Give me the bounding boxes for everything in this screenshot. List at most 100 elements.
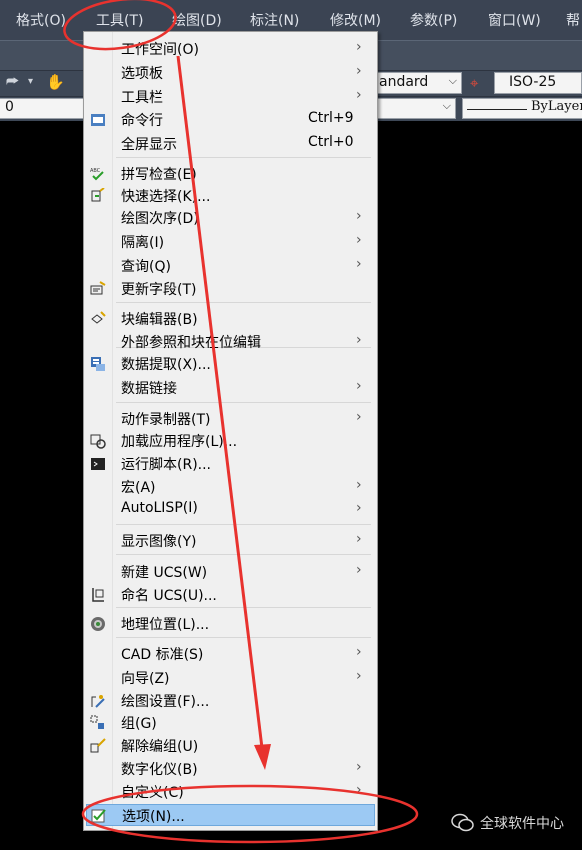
menu-dimension[interactable]: 标注(N) [250, 10, 299, 30]
menu-item-7[interactable]: 绘图次序(D) › [86, 207, 375, 229]
menu-item-19[interactable]: AutoLISP(I) › [86, 499, 375, 521]
menu-item-label: 自定义(C) [121, 785, 184, 801]
menu-item-26[interactable]: 绘图设置(F)... [86, 690, 375, 712]
command-line-icon [90, 112, 106, 128]
named-ucs-icon [90, 587, 106, 603]
layer-select[interactable]: 0 [0, 98, 86, 119]
menu-parameters[interactable]: 参数(P) [410, 10, 457, 30]
block-editor-icon [90, 311, 106, 327]
menu-tools[interactable]: 工具(T) [96, 10, 143, 30]
menu-item-20[interactable]: 显示图像(Y) › [86, 530, 375, 552]
menu-item-27[interactable]: 组(G) [86, 712, 375, 734]
menu-item-label: 查询(Q) [121, 259, 171, 275]
menu-separator [116, 157, 371, 158]
linetype-sample [467, 109, 527, 110]
menu-item-3[interactable]: 命令行 Ctrl+9 [86, 109, 375, 131]
menu-item-label: 动作录制器(T) [121, 412, 211, 428]
menu-item-16[interactable]: 加载应用程序(L)... [86, 430, 375, 452]
menu-item-2[interactable]: 工具栏 › [86, 86, 375, 108]
menu-item-11[interactable]: 块编辑器(B) [86, 308, 375, 330]
submenu-arrow-icon: › [356, 232, 362, 248]
menu-item-label: 选项板 [121, 66, 163, 82]
options-check-icon [91, 808, 107, 824]
menu-item-shortcut: Ctrl+9 [308, 110, 354, 126]
dim-style-icon[interactable]: ⌖ [470, 74, 478, 92]
menu-item-21[interactable]: 新建 UCS(W) › [86, 561, 375, 583]
menu-item-14[interactable]: 数据链接 › [86, 377, 375, 399]
menu-help[interactable]: 帮 [566, 10, 580, 30]
menu-item-9[interactable]: 查询(Q) › [86, 255, 375, 277]
menu-item-25[interactable]: 向导(Z) › [86, 667, 375, 689]
menu-item-8[interactable]: 隔离(I) › [86, 231, 375, 253]
menu-item-1[interactable]: 选项板 › [86, 62, 375, 84]
menu-item-label: 命令行 [121, 113, 163, 129]
menu-item-4[interactable]: 全屏显示 Ctrl+0 [86, 133, 375, 155]
text-style-select[interactable]: andard ⌵ [376, 72, 462, 94]
group-icon [90, 715, 106, 731]
svg-text:ABC: ABC [90, 168, 101, 174]
load-app-icon [90, 433, 106, 449]
menu-item-label: 数据链接 [121, 381, 177, 397]
menu-item-30[interactable]: 自定义(C) › [86, 781, 375, 803]
data-extract-icon [90, 356, 106, 372]
menu-item-5[interactable]: ABC 拼写检查(E) [86, 163, 375, 185]
linetype-select[interactable]: ByLayer [462, 98, 582, 119]
submenu-arrow-icon: › [356, 256, 362, 272]
submenu-arrow-icon: › [356, 332, 362, 348]
menu-item-6[interactable]: 快速选择(K)... [86, 185, 375, 207]
menu-item-13[interactable]: 数据提取(X)... [86, 353, 375, 375]
menu-item-label: 绘图次序(D) [121, 211, 199, 227]
menu-item-label: 绘图设置(F)... [121, 694, 210, 710]
menu-item-10[interactable]: 更新字段(T) [86, 278, 375, 300]
menu-item-28[interactable]: 解除编组(U) [86, 735, 375, 757]
menu-separator [116, 302, 371, 303]
menu-item-label: 外部参照和块在位编辑 [121, 335, 261, 351]
drafting-settings-icon [90, 693, 106, 709]
dim-style-select[interactable]: ISO-25 [494, 72, 582, 94]
menu-item-23[interactable]: 地理位置(L)... [86, 613, 375, 635]
menu-item-label: 工作空间(O) [121, 42, 199, 58]
submenu-arrow-icon: › [356, 63, 362, 79]
dim-style-value: ISO-25 [509, 74, 557, 90]
menu-item-label: 命名 UCS(U)... [121, 588, 217, 604]
menu-item-label: 加载应用程序(L)... [121, 434, 238, 450]
menu-separator [116, 637, 371, 638]
tools-dropdown-menu: 工作空间(O) › 选项板 › 工具栏 › 命令行 Ctrl+9 全屏显示 Ctrl+0 ABC 拼写… [83, 31, 378, 831]
menu-item-29[interactable]: 数字化仪(B) › [86, 758, 375, 780]
dropdown-arrow-icon[interactable]: ▾ [28, 76, 33, 87]
submenu-arrow-icon: › [356, 378, 362, 394]
submenu-arrow-icon: › [356, 477, 362, 493]
color-select[interactable]: ⌵ [376, 98, 456, 119]
redo-icon[interactable]: ⮫ [6, 74, 19, 90]
menu-item-label: 新建 UCS(W) [121, 565, 208, 581]
menu-item-label: 隔离(I) [121, 235, 165, 251]
menu-item-17[interactable]: 运行脚本(R)... [86, 453, 375, 475]
text-style-value: andard [379, 74, 429, 90]
menu-item-15[interactable]: 动作录制器(T) › [86, 408, 375, 430]
menu-item-label: 数字化仪(B) [121, 762, 198, 778]
menu-item-18[interactable]: 宏(A) › [86, 476, 375, 498]
menu-modify[interactable]: 修改(M) [330, 10, 381, 30]
menu-item-label: 工具栏 [121, 90, 163, 106]
menu-item-label: 显示图像(Y) [121, 534, 197, 550]
menu-item-label: 宏(A) [121, 480, 156, 496]
menu-item-label: AutoLISP(I) [121, 500, 198, 516]
menu-separator [116, 402, 371, 403]
menu-item-22[interactable]: 命名 UCS(U)... [86, 584, 375, 606]
menu-draw[interactable]: 绘图(D) [172, 10, 222, 30]
menu-item-label: 拼写检查(E) [121, 167, 197, 183]
menu-item-label: 更新字段(T) [121, 282, 197, 298]
menu-item-0[interactable]: 工作空间(O) › [86, 38, 375, 60]
submenu-arrow-icon: › [356, 782, 362, 798]
pan-hand-icon[interactable]: ✋ [46, 73, 65, 91]
menu-item-12[interactable]: 外部参照和块在位编辑 › [86, 331, 375, 353]
submenu-arrow-icon: › [356, 759, 362, 775]
chevron-down-icon: ⌵ [448, 74, 457, 87]
menu-format[interactable]: 格式(O) [16, 10, 66, 30]
menu-item-options[interactable]: 选项(N)... [86, 804, 375, 826]
menu-item-24[interactable]: CAD 标准(S) › [86, 643, 375, 665]
menu-item-label: 组(G) [121, 716, 157, 732]
menu-window[interactable]: 窗口(W) [488, 10, 541, 30]
submenu-arrow-icon: › [356, 562, 362, 578]
menu-separator [116, 524, 371, 525]
